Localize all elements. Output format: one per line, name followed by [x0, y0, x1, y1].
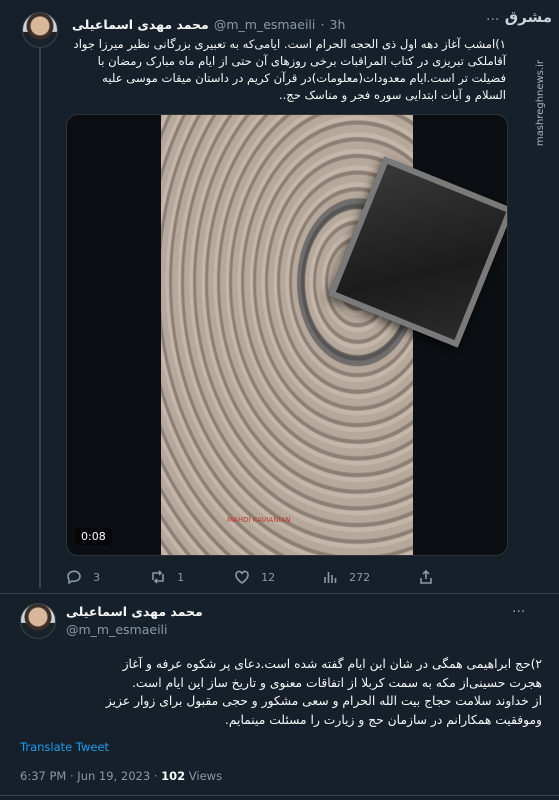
- retweet-button[interactable]: 1: [150, 566, 184, 585]
- tweet2-text: ۲)حج ابراهیمی همگی در شان این ایام گفته …: [18, 655, 542, 729]
- views-count: 102: [161, 769, 186, 783]
- text-line: وموفقیت همکارانم در سازمان حج و زیارت را…: [224, 712, 542, 727]
- text-line: هجرت حسینی‌از مکه به سمت کربلا از اتفاقا…: [131, 675, 542, 690]
- tweet2-header: محمد مهدی اسماعیلی @m_m_esmaeili: [66, 604, 203, 637]
- action-bar: 3 1 12 272: [66, 566, 506, 584]
- site-url: mashreghnews.ir: [535, 60, 546, 147]
- retweet-icon: [152, 569, 164, 584]
- text-line: ۲)حج ابراهیمی همگی در شان این ایام گفته …: [122, 657, 542, 671]
- like-button[interactable]: 12: [234, 566, 275, 585]
- divider: [0, 593, 559, 594]
- site-logo: مشرق: [504, 8, 552, 26]
- reply-icon: [67, 570, 81, 584]
- thread-line: [39, 48, 41, 588]
- heart-icon: [235, 570, 249, 584]
- separator: ·: [320, 17, 325, 32]
- tweet1-text: ۱)امشب آغاز دهه اول ذی الحجه الحرام است.…: [72, 36, 506, 104]
- avatar[interactable]: [22, 12, 58, 48]
- analytics-icon: [324, 571, 337, 583]
- reply-button[interactable]: 3: [66, 566, 100, 585]
- timestamp[interactable]: 6:37 PM · Jun 19, 2023 ·: [20, 769, 157, 783]
- like-count: 12: [261, 571, 276, 584]
- kaaba-image: [328, 156, 507, 348]
- text-line: آقاملکی تبریزی در کتاب المراقبات برخی رو…: [97, 54, 506, 68]
- author-handle[interactable]: @m_m_esmaeili: [66, 622, 203, 637]
- more-icon[interactable]: ···: [486, 12, 499, 28]
- views-button[interactable]: 272: [322, 566, 370, 585]
- views-count: 272: [349, 571, 371, 584]
- views-label: Views: [188, 769, 223, 783]
- avatar[interactable]: [20, 603, 56, 639]
- text-line: ۱)امشب آغاز دهه اول ذی الحجه الحرام است.…: [73, 37, 506, 51]
- share-button[interactable]: [418, 566, 434, 585]
- reply-count: 3: [93, 571, 101, 584]
- author-name[interactable]: محمد مهدی اسماعیلی: [72, 17, 209, 32]
- video-player[interactable]: MAHDI KAVIANIAN 0:08: [66, 114, 508, 556]
- tweet1-header: محمد مهدی اسماعیلی @m_m_esmaeili · 3h: [72, 14, 345, 33]
- retweet-count: 1: [177, 571, 185, 584]
- tweet-meta: 6:37 PM · Jun 19, 2023 · 102 Views: [20, 769, 222, 783]
- author-handle[interactable]: @m_m_esmaeili: [214, 17, 316, 32]
- author-name[interactable]: محمد مهدی اسماعیلی: [66, 604, 203, 619]
- translate-tweet-link[interactable]: Translate Tweet: [20, 740, 109, 754]
- text-line: از خداوند سلامت حجاج بیت الله الحرام و س…: [105, 694, 542, 708]
- video-caption: MAHDI KAVIANIAN: [227, 516, 291, 524]
- text-line: فضیلت تر است.ایام معدودات(معلومات)در قرآ…: [102, 71, 506, 85]
- divider: [0, 795, 559, 796]
- tweet-time[interactable]: 3h: [330, 17, 346, 32]
- video-timecode: 0:08: [75, 528, 112, 545]
- share-icon: [420, 569, 432, 584]
- text-line: السلام و آیات ابتدایی سوره فجر و مناسک ح…: [278, 88, 506, 102]
- more-icon[interactable]: ···: [512, 604, 525, 620]
- video-frame: [161, 115, 507, 555]
